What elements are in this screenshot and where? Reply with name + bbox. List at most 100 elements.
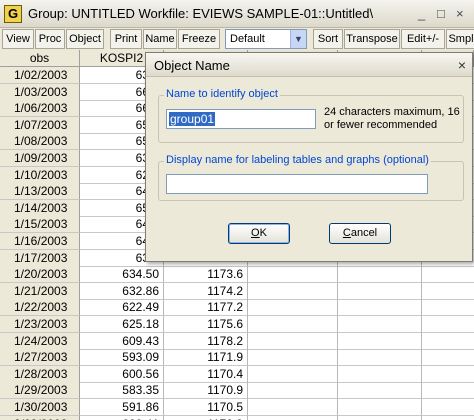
row-obs-cell[interactable]: 1/20/2003: [0, 266, 80, 284]
kospi2-cell[interactable]: 591.86: [80, 399, 164, 416]
edit-toggle-button[interactable]: Edit+/-: [401, 29, 445, 49]
window-titlebar[interactable]: G Group: UNTITLED Workfile: EVIEWS SAMPL…: [0, 0, 474, 28]
empty-cell[interactable]: [422, 299, 474, 317]
empty-cell[interactable]: [338, 282, 422, 300]
name-button[interactable]: Name: [143, 29, 177, 49]
transpose-button[interactable]: Transpose: [344, 29, 400, 49]
empty-cell[interactable]: [422, 399, 474, 416]
row-obs-cell[interactable]: 1/03/2003: [0, 83, 80, 101]
col2-cell[interactable]: 1177.2: [164, 299, 248, 317]
print-button[interactable]: Print: [110, 29, 142, 49]
row-obs-cell[interactable]: 1/30/2003: [0, 399, 80, 416]
empty-cell[interactable]: [248, 365, 338, 383]
empty-cell[interactable]: [338, 415, 422, 420]
row-obs-cell[interactable]: 1/27/2003: [0, 349, 80, 367]
display-name-input[interactable]: [166, 174, 428, 194]
ok-button[interactable]: OK: [228, 223, 290, 244]
kospi2-cell[interactable]: 632.86: [80, 282, 164, 300]
empty-cell[interactable]: [248, 349, 338, 367]
view-button[interactable]: View: [2, 29, 34, 49]
row-obs-cell[interactable]: 1/16/2003: [0, 233, 80, 250]
empty-cell[interactable]: [422, 316, 474, 333]
col2-cell[interactable]: 1170.9: [164, 382, 248, 400]
empty-cell[interactable]: [422, 349, 474, 367]
empty-cell[interactable]: [338, 349, 422, 367]
empty-cell[interactable]: [248, 332, 338, 350]
close-icon[interactable]: ×: [456, 7, 464, 21]
empty-cell[interactable]: [338, 399, 422, 416]
empty-cell[interactable]: [338, 316, 422, 333]
row-obs-cell[interactable]: 1/24/2003: [0, 332, 80, 350]
row-obs-cell[interactable]: 1/23/2003: [0, 316, 80, 333]
kospi2-cell[interactable]: 625.18: [80, 316, 164, 333]
chevron-down-icon[interactable]: ▼: [290, 30, 306, 48]
maximize-icon[interactable]: □: [437, 7, 445, 21]
eviews-app-icon: G: [4, 5, 22, 23]
table-row: 1/27/2003 593.09 1171.9: [0, 349, 474, 367]
row-obs-cell[interactable]: 1/09/2003: [0, 150, 80, 167]
row-obs-cell[interactable]: 1/13/2003: [0, 183, 80, 201]
col2-cell[interactable]: 1173.6: [164, 266, 248, 284]
empty-cell[interactable]: [422, 333, 474, 350]
empty-cell[interactable]: [248, 316, 338, 333]
col2-cell[interactable]: 1171.9: [164, 349, 248, 367]
row-obs-cell[interactable]: 1/17/2003: [0, 249, 80, 267]
row-obs-cell[interactable]: 1/21/2003: [0, 282, 80, 300]
empty-cell[interactable]: [248, 415, 338, 420]
kospi2-cell[interactable]: 600.56: [80, 365, 164, 383]
kospi2-cell[interactable]: 609.43: [80, 332, 164, 350]
col2-cell[interactable]: 1170.9: [164, 415, 248, 420]
row-obs-cell[interactable]: 1/15/2003: [0, 216, 80, 234]
row-obs-cell[interactable]: 1/22/2003: [0, 299, 80, 317]
empty-cell[interactable]: [422, 382, 474, 400]
freeze-button[interactable]: Freeze: [178, 29, 220, 49]
empty-cell[interactable]: [248, 399, 338, 416]
sort-button[interactable]: Sort: [313, 29, 343, 49]
empty-cell[interactable]: [338, 365, 422, 383]
display-format-combo[interactable]: Default ▼: [225, 29, 307, 49]
row-obs-cell[interactable]: 1/07/2003: [0, 116, 80, 134]
object-button[interactable]: Object: [66, 29, 104, 49]
minimize-icon[interactable]: _: [418, 7, 425, 21]
empty-cell[interactable]: [422, 266, 474, 284]
empty-cell[interactable]: [248, 266, 338, 284]
proc-button[interactable]: Proc: [35, 29, 65, 49]
kospi2-cell[interactable]: 634.50: [80, 266, 164, 284]
close-icon[interactable]: ×: [458, 57, 466, 73]
col2-cell[interactable]: 1170.5: [164, 399, 248, 416]
cancel-button[interactable]: Cancel: [329, 223, 391, 244]
empty-cell[interactable]: [248, 299, 338, 317]
kospi2-cell[interactable]: 622.49: [80, 299, 164, 317]
empty-cell[interactable]: [248, 282, 338, 300]
col2-cell[interactable]: 1175.6: [164, 316, 248, 333]
row-obs-cell[interactable]: 1/29/2003: [0, 382, 80, 400]
kospi2-cell[interactable]: 583.35: [80, 382, 164, 400]
kospi2-cell[interactable]: 600.41: [80, 415, 164, 420]
row-obs-cell[interactable]: 1/10/2003: [0, 166, 80, 184]
row-obs-cell[interactable]: 2/03/2003: [0, 415, 80, 420]
header-obs[interactable]: obs: [0, 50, 80, 67]
object-name-input[interactable]: group01: [166, 109, 316, 129]
empty-cell[interactable]: [422, 416, 474, 420]
row-obs-cell[interactable]: 1/06/2003: [0, 100, 80, 118]
empty-cell[interactable]: [422, 366, 474, 383]
empty-cell[interactable]: [338, 332, 422, 350]
ok-label-rest: K: [259, 227, 267, 239]
smpl-button[interactable]: Smpl: [446, 29, 474, 49]
empty-cell[interactable]: [248, 382, 338, 400]
col2-cell[interactable]: 1174.2: [164, 282, 248, 300]
object-toolbar: View Proc Object Print Name Freeze Defau…: [0, 28, 474, 50]
row-obs-cell[interactable]: 1/14/2003: [0, 199, 80, 217]
row-obs-cell[interactable]: 1/08/2003: [0, 133, 80, 151]
empty-cell[interactable]: [338, 266, 422, 284]
kospi2-cell[interactable]: 593.09: [80, 349, 164, 367]
row-obs-cell[interactable]: 1/02/2003: [0, 67, 80, 84]
table-row: 1/28/2003 600.56 1170.4: [0, 365, 474, 383]
empty-cell[interactable]: [338, 382, 422, 400]
empty-cell[interactable]: [422, 283, 474, 300]
row-obs-cell[interactable]: 1/28/2003: [0, 365, 80, 383]
dialog-titlebar[interactable]: Object Name ×: [146, 53, 472, 77]
col2-cell[interactable]: 1170.4: [164, 365, 248, 383]
empty-cell[interactable]: [338, 299, 422, 317]
col2-cell[interactable]: 1178.2: [164, 332, 248, 350]
